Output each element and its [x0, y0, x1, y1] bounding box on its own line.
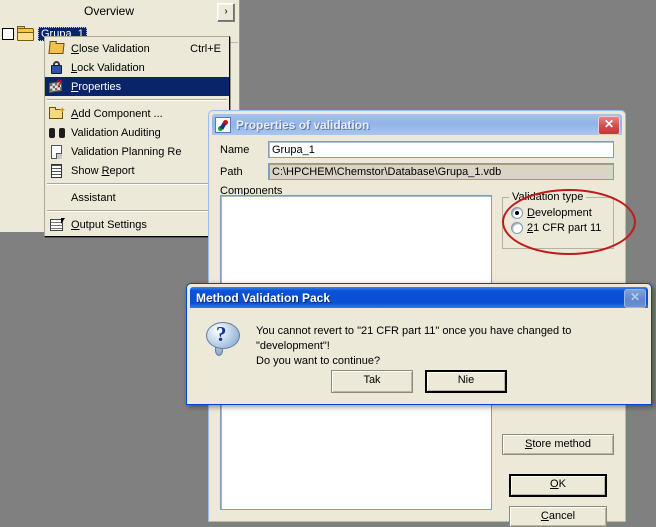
menu-item-properties[interactable]: ? Properties — [45, 77, 229, 96]
menu-label-add-component: dd Component ... — [78, 107, 163, 120]
menu-label-assistant: Assistant — [71, 191, 116, 204]
name-field-row: Name Grupa_1 — [220, 141, 614, 158]
no-icon-placeholder — [47, 190, 67, 206]
menu-label-show-report: eport — [109, 164, 135, 177]
message-box-content: ? You cannot revert to "21 CFR part 11" … — [200, 322, 638, 369]
context-menu[interactable]: Close Validation Ctrl+E Lock Validation … — [44, 36, 230, 237]
overview-expand-button[interactable]: › — [217, 3, 235, 22]
menu-item-validation-planning-report[interactable]: Validation Planning Re — [45, 142, 229, 161]
menu-label-output-settings: utput Settings — [79, 218, 147, 231]
question-icon: ? — [206, 322, 242, 356]
radio-label-21-cfr-part-11: 21 CFR part 11 — [527, 222, 602, 234]
menu-item-close-validation[interactable]: Close Validation Ctrl+E — [45, 39, 229, 58]
radio-row-development[interactable]: Development — [511, 207, 613, 219]
checkered-flag-question-icon: ? — [47, 78, 67, 95]
menu-separator-1 — [47, 99, 227, 101]
name-label: Name — [220, 143, 250, 156]
tree-checkbox[interactable] — [2, 28, 14, 40]
radio-21-cfr-part-11[interactable] — [511, 222, 523, 234]
properties-dialog-title: Properties of validation — [236, 117, 370, 132]
menu-label-properties: roperties — [78, 80, 122, 93]
menu-label-close-validation: lose Validation — [78, 42, 150, 55]
new-folder-icon: ✦ — [47, 105, 67, 122]
message-box-text: You cannot revert to "21 CFR part 11" on… — [256, 322, 638, 369]
padlock-icon — [47, 60, 67, 76]
menu-item-lock-validation[interactable]: Lock Validation — [45, 58, 229, 77]
menu-item-validation-auditing[interactable]: Validation Auditing — [45, 123, 229, 142]
close-icon: ✕ — [624, 289, 646, 308]
menu-label-lock-validation: ock Validation — [77, 61, 145, 74]
menu-item-add-component[interactable]: ✦ Add Component ... — [45, 104, 229, 123]
menu-item-show-report[interactable]: Show Report — [45, 161, 229, 180]
store-method-button[interactable]: Store method — [502, 434, 614, 455]
message-box-line-2: Do you want to continue? — [256, 355, 381, 367]
overview-panel: Overview › — [0, 0, 240, 24]
path-label: Path — [220, 165, 243, 178]
radio-development[interactable] — [511, 207, 523, 219]
binoculars-icon — [47, 125, 67, 141]
message-box-buttons: Tak Nie — [190, 370, 648, 393]
properties-dialog-titlebar[interactable]: Properties of validation ✕ — [212, 114, 622, 135]
menu-label-validation-auditing: Validation Auditing — [71, 126, 161, 139]
close-icon[interactable]: ✕ — [598, 116, 620, 135]
open-folder-icon — [47, 41, 67, 57]
report-icon — [47, 163, 67, 179]
radio-label-development: Development — [527, 207, 592, 219]
no-button[interactable]: Nie — [425, 370, 507, 393]
message-box-body: ? You cannot revert to "21 CFR part 11" … — [190, 308, 648, 403]
cancel-button[interactable]: Cancel — [509, 506, 607, 527]
path-field-row: Path C:\HPCHEM\Chemstor\Database\Grupa_1… — [220, 163, 614, 180]
menu-label-validation-planning-report: Validation Planning Re — [71, 145, 182, 158]
folder-icon — [17, 25, 34, 41]
menu-separator-3 — [47, 210, 227, 212]
validation-type-group: Validation type Development 21 CFR part … — [502, 191, 614, 249]
message-box-titlebar[interactable]: Method Validation Pack ✕ — [190, 287, 648, 308]
properties-icon — [47, 217, 67, 233]
ok-button[interactable]: OK — [509, 474, 607, 497]
radio-row-21-cfr-part-11[interactable]: 21 CFR part 11 — [511, 222, 613, 234]
name-input[interactable]: Grupa_1 — [268, 141, 614, 158]
yes-button[interactable]: Tak — [331, 370, 413, 393]
message-box-title: Method Validation Pack — [196, 290, 331, 305]
menu-item-output-settings[interactable]: Output Settings — [45, 215, 229, 234]
path-input: C:\HPCHEM\Chemstor\Database\Grupa_1.vdb — [268, 163, 614, 180]
message-box-line-1: You cannot revert to "21 CFR part 11" on… — [256, 325, 572, 352]
validation-type-legend: Validation type — [509, 191, 587, 203]
document-icon — [47, 144, 67, 160]
method-validation-pack-message-box: Method Validation Pack ✕ ? You cannot re… — [186, 283, 652, 405]
overview-title: Overview — [83, 4, 134, 18]
menu-separator-2 — [47, 183, 227, 185]
menu-accel-close-validation: Ctrl+E — [190, 42, 221, 55]
menu-item-assistant[interactable]: Assistant — [45, 188, 229, 207]
validation-app-icon — [215, 116, 231, 133]
